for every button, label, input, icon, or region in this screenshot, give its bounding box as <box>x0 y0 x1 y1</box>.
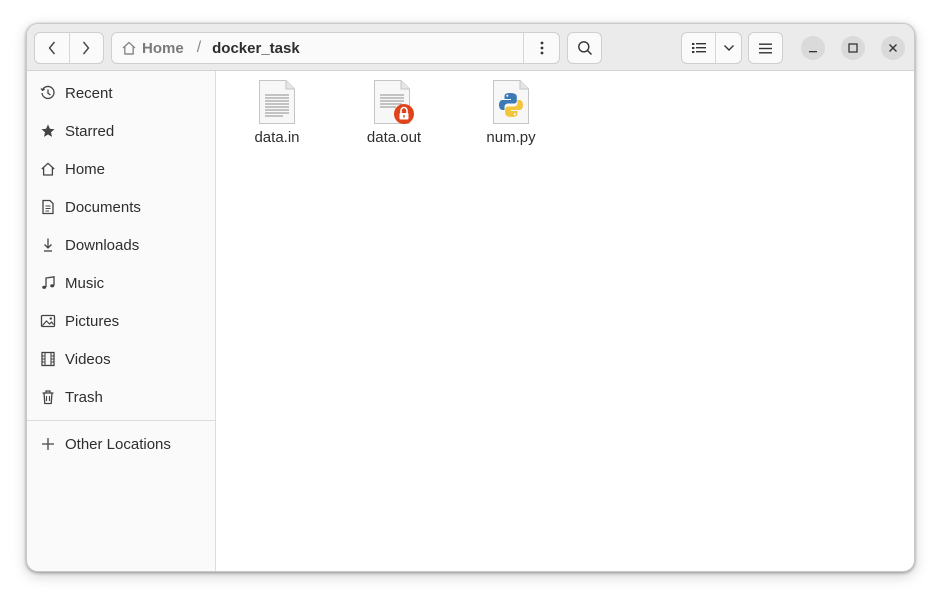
path-current-folder[interactable]: docker_task <box>212 40 300 57</box>
document-icon <box>40 199 56 215</box>
sidebar-divider <box>27 420 215 421</box>
sidebar-item-other-locations[interactable]: Other Locations <box>27 425 215 463</box>
film-icon <box>40 351 56 367</box>
file-item[interactable]: data.in <box>227 78 327 148</box>
sidebar-item-label: Documents <box>65 198 141 216</box>
file-name: data.in <box>254 129 300 146</box>
trash-icon <box>40 389 56 405</box>
music-note-icon <box>40 275 56 291</box>
sidebar-item-home[interactable]: Home <box>27 150 215 188</box>
file-manager-window: Home / docker_task Recent Starred Home D… <box>26 23 915 572</box>
sidebar-item-starred[interactable]: Starred <box>27 112 215 150</box>
python-file-icon <box>493 80 529 124</box>
sidebar: Recent Starred Home Documents Downloads … <box>27 71 216 571</box>
hamburger-menu-icon <box>759 43 772 53</box>
forward-button[interactable] <box>68 33 104 63</box>
back-button[interactable] <box>35 33 69 63</box>
sidebar-item-videos[interactable]: Videos <box>27 340 215 378</box>
file-item[interactable]: data.out <box>344 78 444 148</box>
sidebar-item-label: Recent <box>65 84 113 102</box>
sidebar-item-pictures[interactable]: Pictures <box>27 302 215 340</box>
maximize-button[interactable] <box>841 36 865 60</box>
chevron-right-icon <box>83 41 90 55</box>
star-icon <box>40 123 56 139</box>
file-view[interactable]: data.in data.out num.py <box>216 71 914 571</box>
view-toggle-group <box>681 32 742 64</box>
picture-icon <box>40 313 56 329</box>
sidebar-item-downloads[interactable]: Downloads <box>27 226 215 264</box>
locked-text-file-icon <box>374 80 414 124</box>
sidebar-item-label: Trash <box>65 388 103 406</box>
home-icon <box>122 41 136 55</box>
sidebar-item-trash[interactable]: Trash <box>27 378 215 416</box>
path-bar: Home / docker_task <box>111 32 560 64</box>
sidebar-item-music[interactable]: Music <box>27 264 215 302</box>
sidebar-item-label: Home <box>65 160 106 178</box>
file-name: num.py <box>486 129 536 146</box>
chevron-down-icon <box>723 45 734 51</box>
minimize-button[interactable] <box>801 36 825 60</box>
sidebar-item-documents[interactable]: Documents <box>27 188 215 226</box>
close-icon <box>889 44 897 52</box>
path-home-label: Home <box>142 39 184 57</box>
sidebar-item-label: Music <box>65 274 105 292</box>
sidebar-item-label: Pictures <box>65 312 120 330</box>
main-menu-button[interactable] <box>748 32 783 64</box>
sidebar-item-recent[interactable]: Recent <box>27 74 215 112</box>
minimize-icon <box>809 51 817 53</box>
file-item[interactable]: num.py <box>461 78 561 148</box>
kebab-menu-icon <box>540 41 543 55</box>
plus-icon <box>40 436 56 452</box>
file-name: data.out <box>366 129 422 146</box>
sidebar-item-label: Other Locations <box>65 435 171 453</box>
search-button[interactable] <box>567 32 602 64</box>
text-file-icon <box>259 80 295 124</box>
chevron-left-icon <box>48 41 55 55</box>
path-menu-button[interactable] <box>523 33 559 63</box>
path-separator: / <box>196 39 202 56</box>
close-button[interactable] <box>881 36 905 60</box>
sidebar-item-label: Videos <box>65 350 111 368</box>
view-options-dropdown[interactable] <box>715 33 741 63</box>
download-icon <box>40 237 56 253</box>
search-icon <box>577 41 592 56</box>
home-icon <box>40 161 56 177</box>
maximize-icon <box>848 43 858 53</box>
path-home-button[interactable]: Home <box>112 40 184 57</box>
sidebar-item-label: Downloads <box>65 236 140 254</box>
sidebar-item-label: Starred <box>65 122 115 140</box>
header-bar: Home / docker_task <box>27 24 914 71</box>
list-view-button[interactable] <box>682 33 715 63</box>
list-view-icon <box>691 43 706 53</box>
navigation-buttons <box>34 32 104 64</box>
clock-icon <box>40 85 56 101</box>
